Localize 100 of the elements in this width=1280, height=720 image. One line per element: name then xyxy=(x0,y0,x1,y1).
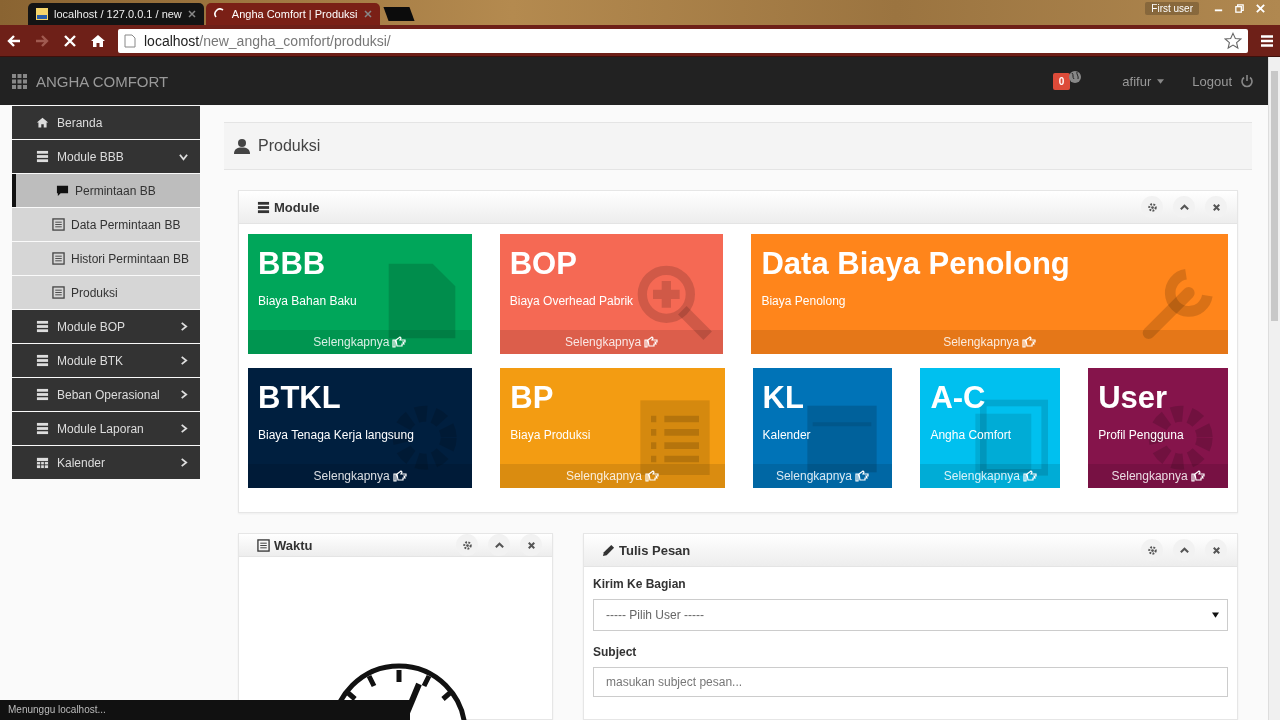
tile-title: Data Biaya Penolong xyxy=(760,245,1071,282)
restore-icon[interactable] xyxy=(1234,3,1245,14)
chevron-right-icon xyxy=(179,322,188,331)
list-icon xyxy=(257,538,270,552)
page-title: Produksi xyxy=(258,137,321,155)
gear-icon xyxy=(1146,544,1158,556)
module-tile[interactable]: User Profil Pengguna Selengkapnya xyxy=(1088,368,1228,488)
profile-label[interactable]: First user xyxy=(1145,2,1199,15)
hand-pointer-icon xyxy=(392,336,407,348)
comment-icon xyxy=(56,184,69,197)
tile-title: A-C xyxy=(929,379,987,416)
close-icon[interactable] xyxy=(363,10,372,18)
tile-subtitle: Angha Comfort xyxy=(929,427,1013,442)
user-icon xyxy=(234,138,250,154)
list-icon xyxy=(52,252,65,265)
favicon-icon xyxy=(36,8,48,20)
subject-input[interactable]: masukan subject pesan... xyxy=(593,667,1228,697)
hand-pointer-icon xyxy=(392,470,407,482)
home-icon[interactable] xyxy=(90,32,106,49)
panel-title: Module xyxy=(274,199,320,215)
close-icon xyxy=(1210,544,1222,556)
scrollbar[interactable] xyxy=(1268,57,1280,720)
user-select[interactable]: ----- Pilih User ----- xyxy=(593,599,1228,631)
tile-title: BTKL xyxy=(257,379,342,416)
chevron-up-icon xyxy=(1178,544,1190,556)
notification-count[interactable]: 0 xyxy=(1052,72,1071,90)
user-menu[interactable]: afifur xyxy=(1122,73,1152,89)
grid-icon xyxy=(12,73,27,89)
tile-subtitle: Biaya Overhead Pabrik xyxy=(508,293,635,308)
close-icon[interactable] xyxy=(187,10,196,18)
caret-icon[interactable] xyxy=(1157,78,1165,84)
server-icon xyxy=(36,388,49,401)
field-label: Subject xyxy=(593,645,638,659)
sidebar-subitem[interactable]: Produksi xyxy=(12,276,200,309)
hand-pointer-icon xyxy=(1022,336,1037,348)
list-icon xyxy=(52,218,65,231)
tile-title: KL xyxy=(761,379,805,416)
sidebar-subitem[interactable]: Histori Permintaan BB xyxy=(12,242,200,275)
chevron-right-icon xyxy=(179,424,188,433)
sidebar-item[interactable]: Beban Operasional xyxy=(12,378,200,411)
tile-subtitle: Biaya Penolong xyxy=(760,293,847,308)
tile-subtitle: Profil Pengguna xyxy=(1097,427,1185,442)
chevron-right-icon xyxy=(179,458,188,467)
sidebar-item[interactable]: Module Laporan xyxy=(12,412,200,445)
page-icon xyxy=(124,33,136,48)
close-icon xyxy=(1210,201,1222,213)
new-tab-button[interactable] xyxy=(383,7,415,21)
sidebar-subitem[interactable]: Data Permintaan BB xyxy=(12,208,200,241)
server-icon xyxy=(36,354,49,367)
tile-subtitle: Biaya Tenaga Kerja langsung xyxy=(257,427,415,442)
caret-icon xyxy=(1212,612,1219,618)
sidebar-item[interactable]: Module BTK xyxy=(12,344,200,377)
hand-pointer-icon xyxy=(1190,470,1205,482)
home-icon xyxy=(36,116,49,129)
module-tile[interactable]: KL Kalender Selengkapnya xyxy=(752,368,893,488)
stop-icon[interactable] xyxy=(62,32,78,49)
tile-footer-link[interactable]: Selengkapnya xyxy=(752,464,893,488)
brand-name[interactable]: ANGHA COMFORT xyxy=(36,72,169,90)
logout-link[interactable]: Logout xyxy=(1192,73,1232,89)
tile-subtitle: Kalender xyxy=(761,427,812,442)
sidebar-item[interactable]: Module BBB xyxy=(12,140,200,173)
server-icon xyxy=(257,200,270,214)
back-arrow-icon[interactable] xyxy=(6,32,22,49)
browser-tab[interactable]: Angha Comfort | Produksi xyxy=(205,3,380,25)
panel-title: Waktu xyxy=(274,537,313,553)
server-icon xyxy=(36,320,49,333)
sidebar-item[interactable]: Module BOP xyxy=(12,310,200,343)
pencil-icon xyxy=(602,543,615,557)
list-icon xyxy=(52,286,65,299)
tile-subtitle: Biaya Produksi xyxy=(509,427,592,442)
tile-title: BP xyxy=(509,379,555,416)
star-icon[interactable] xyxy=(1224,31,1242,50)
tile-title: BBB xyxy=(257,245,327,282)
address-bar[interactable]: localhost/new_angha_comfort/produksi/ xyxy=(118,28,1248,53)
menu-icon[interactable] xyxy=(1260,33,1274,48)
browser-tab[interactable]: localhost / 127.0.0.1 / new xyxy=(28,3,204,25)
tile-title: BOP xyxy=(508,245,578,282)
hand-pointer-icon xyxy=(855,470,869,482)
globe-icon[interactable] xyxy=(1068,70,1083,84)
server-icon xyxy=(36,422,49,435)
calendar-icon xyxy=(36,456,49,469)
sidebar-item[interactable]: Kalender xyxy=(12,446,200,479)
tile-footer-link[interactable]: Selengkapnya xyxy=(248,464,473,488)
sidebar-subitem[interactable]: Permintaan BB xyxy=(12,174,200,207)
sidebar-item[interactable]: Beranda xyxy=(12,106,200,139)
server-icon xyxy=(36,150,49,163)
tile-footer-link[interactable]: Selengkapnya xyxy=(1088,464,1228,488)
status-bar: Menunggu localhost... xyxy=(0,700,410,720)
hand-pointer-icon xyxy=(1022,470,1037,482)
module-tile[interactable]: BTKL Biaya Tenaga Kerja langsung Selengkapnya xyxy=(248,368,473,488)
tile-subtitle: Biaya Bahan Baku xyxy=(257,293,358,308)
panel-title: Tulis Pesan xyxy=(619,542,691,558)
tile-title: User xyxy=(1097,379,1169,416)
loading-spinner-icon xyxy=(213,8,226,20)
chevron-right-icon xyxy=(179,390,188,399)
chevron-down-icon xyxy=(179,152,188,161)
power-icon[interactable] xyxy=(1240,74,1254,88)
close-icon xyxy=(525,539,537,551)
gear-icon xyxy=(461,539,473,551)
hand-pointer-icon xyxy=(644,336,659,348)
